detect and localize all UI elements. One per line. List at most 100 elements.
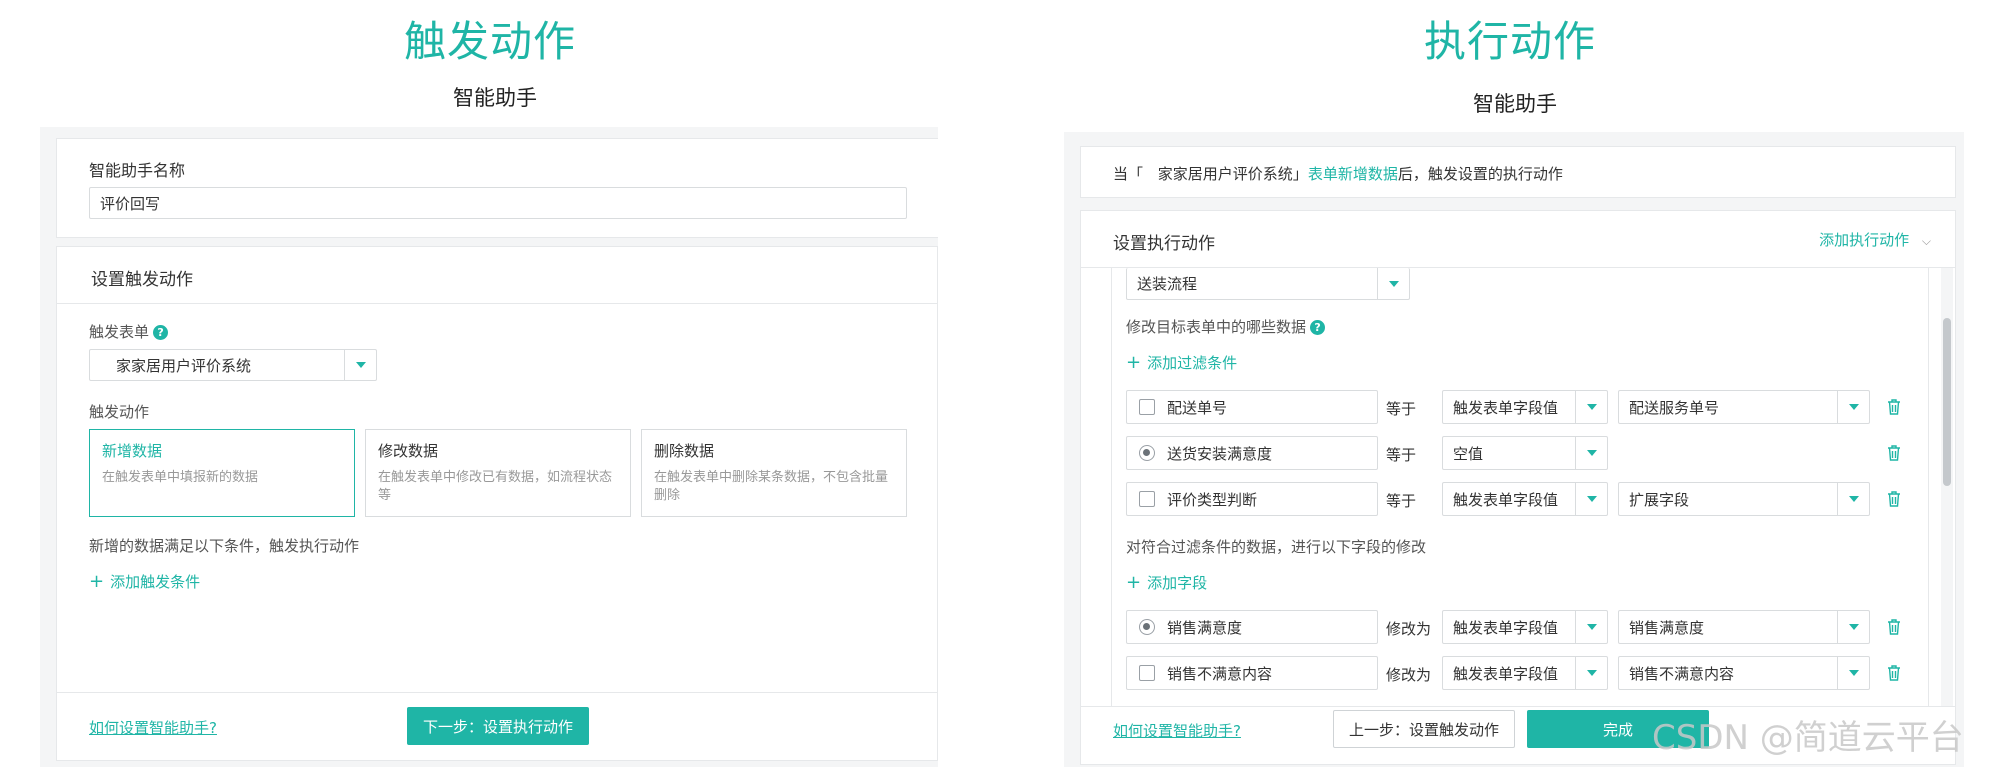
target-form-select[interactable]: 送装流程 <box>1126 268 1410 300</box>
help-link[interactable]: 如何设置智能助手? <box>89 717 217 738</box>
help-link[interactable]: 如何设置智能助手? <box>1113 720 1241 741</box>
info-prefix: 当「 <box>1113 165 1144 183</box>
modify-field[interactable]: 销售不满意内容 <box>1126 656 1378 690</box>
scrollbar-track[interactable] <box>1941 268 1953 706</box>
plus-icon: + <box>1126 572 1142 593</box>
modify-mode-select[interactable]: 触发表单字段值 <box>1442 610 1608 644</box>
filter-value-select[interactable]: 扩展字段 <box>1618 482 1870 516</box>
trigger-form-select[interactable]: 家家居用户评价系统 <box>89 349 377 381</box>
chevron-down-icon[interactable] <box>1575 437 1607 469</box>
next-button[interactable]: 下一步：设置执行动作 <box>407 707 589 745</box>
filter-value-select[interactable]: 配送服务单号 <box>1618 390 1870 424</box>
add-condition-label: 添加触发条件 <box>110 573 201 591</box>
plus-icon: + <box>1126 352 1142 373</box>
action-scroll-area[interactable]: 送装流程 修改目标表单中的哪些数据? + 添加过滤条件 配送单号 等于 触发表单字… <box>1111 268 1929 706</box>
add-filter-label: 添加过滤条件 <box>1147 354 1238 372</box>
help-icon[interactable]: ? <box>153 325 169 340</box>
right-sub-title: 智能助手 <box>1473 92 1557 116</box>
name-card: 智能助手名称 评价回写 <box>56 138 938 238</box>
info-suffix: 后，触发设置的执行动作 <box>1397 165 1563 183</box>
add-action-label: 添加执行动作 <box>1819 231 1910 249</box>
radio-field-icon <box>1139 445 1155 461</box>
filter-label-text: 修改目标表单中的哪些数据 <box>1126 318 1307 336</box>
chevron-down-icon[interactable] <box>1837 483 1869 515</box>
modify-value-select[interactable]: 销售不满意内容 <box>1618 656 1870 690</box>
chevron-down-icon[interactable] <box>1377 268 1409 299</box>
trigger-form-value: 家家居用户评价系统 <box>116 356 252 375</box>
option-modify-data[interactable]: 修改数据 在触发表单中修改已有数据，如流程状态等 <box>365 429 631 517</box>
filter-operator: 等于 <box>1386 492 1417 510</box>
option-add-data[interactable]: 新增数据 在触发表单中填报新的数据 <box>89 429 355 517</box>
filter-mode: 空值 <box>1453 444 1484 463</box>
scrollbar-thumb[interactable] <box>1943 318 1951 486</box>
add-action-button[interactable]: 添加执行动作 ⌵ <box>1819 229 1931 250</box>
option-delete-data[interactable]: 删除数据 在触发表单中删除某条数据，不包含批量删除 <box>641 429 907 517</box>
option-title: 修改数据 <box>378 442 439 460</box>
chevron-down-icon[interactable] <box>1575 611 1607 643</box>
modify-label: 对符合过滤条件的数据，进行以下字段的修改 <box>1126 538 1427 556</box>
plus-icon: + <box>89 571 105 592</box>
info-form: 家家居用户评价系统」 <box>1157 165 1308 183</box>
watermark: CSDN @简道云平台 <box>1652 718 1964 758</box>
filter-operator: 等于 <box>1386 446 1417 464</box>
chevron-down-icon[interactable] <box>1837 391 1869 423</box>
modify-operator: 修改为 <box>1386 666 1432 684</box>
add-filter-button[interactable]: + 添加过滤条件 <box>1126 352 1237 373</box>
chevron-down-icon[interactable] <box>344 350 376 380</box>
trash-icon[interactable] <box>1886 618 1902 636</box>
condition-text: 新增的数据满足以下条件，触发执行动作 <box>89 537 360 555</box>
chevron-down-icon[interactable] <box>1837 611 1869 643</box>
name-label: 智能助手名称 <box>89 161 186 180</box>
chevron-down-icon[interactable] <box>1575 657 1607 689</box>
filter-mode: 触发表单字段值 <box>1453 398 1559 417</box>
modify-field-name: 销售不满意内容 <box>1167 664 1273 683</box>
left-sub-title: 智能助手 <box>453 86 537 110</box>
left-big-title: 触发动作 <box>403 17 576 66</box>
chevron-down-icon[interactable] <box>1575 391 1607 423</box>
filter-field[interactable]: 配送单号 <box>1126 390 1378 424</box>
footer-divider <box>57 692 937 693</box>
prev-button[interactable]: 上一步：设置触发动作 <box>1333 710 1515 748</box>
trash-icon[interactable] <box>1886 398 1902 416</box>
filter-mode-select[interactable]: 触发表单字段值 <box>1442 482 1608 516</box>
assistant-name-input[interactable]: 评价回写 <box>89 187 907 219</box>
add-field-button[interactable]: + 添加字段 <box>1126 572 1207 593</box>
filter-value: 扩展字段 <box>1629 490 1690 509</box>
filter-field[interactable]: 送货安装满意度 <box>1126 436 1378 470</box>
option-desc: 在触发表单中填报新的数据 <box>102 470 259 485</box>
modify-value-select[interactable]: 销售满意度 <box>1618 610 1870 644</box>
filter-mode: 触发表单字段值 <box>1453 490 1559 509</box>
modify-field-name: 销售满意度 <box>1167 618 1243 637</box>
trash-icon[interactable] <box>1886 444 1902 462</box>
trash-icon[interactable] <box>1886 490 1902 508</box>
option-desc: 在触发表单中修改已有数据，如流程状态等 <box>378 470 613 503</box>
trigger-form-label: 触发表单? <box>89 321 169 342</box>
trigger-section-title: 设置触发动作 <box>91 270 193 290</box>
filter-mode-select[interactable]: 触发表单字段值 <box>1442 390 1608 424</box>
modify-mode-select[interactable]: 触发表单字段值 <box>1442 656 1608 690</box>
divider <box>57 303 937 304</box>
chevron-down-icon[interactable] <box>1837 657 1869 689</box>
modify-value: 销售满意度 <box>1629 618 1705 637</box>
filter-field[interactable]: 评价类型判断 <box>1126 482 1378 516</box>
chevron-down-icon[interactable] <box>1575 483 1607 515</box>
footer-divider <box>1081 706 1955 707</box>
help-icon[interactable]: ? <box>1310 320 1326 335</box>
modify-field[interactable]: 销售满意度 <box>1126 610 1378 644</box>
add-condition-button[interactable]: + 添加触发条件 <box>89 571 200 592</box>
info-event: 表单新增数据 <box>1307 165 1398 183</box>
filter-operator: 等于 <box>1386 400 1417 418</box>
trigger-card: 设置触发动作 触发表单? 家家居用户评价系统 触发动作 新增数据 在触发表单中填… <box>56 246 938 761</box>
trash-icon[interactable] <box>1886 664 1902 682</box>
action-section-title: 设置执行动作 <box>1113 234 1215 254</box>
target-form-value: 送装流程 <box>1137 275 1198 293</box>
right-big-title: 执行动作 <box>1423 17 1596 66</box>
modify-mode: 触发表单字段值 <box>1453 664 1559 683</box>
option-desc: 在触发表单中删除某条数据，不包含批量删除 <box>654 470 889 503</box>
trigger-form-label-text: 触发表单 <box>89 323 150 341</box>
chevron-down-icon: ⌵ <box>1921 234 1931 248</box>
filter-mode-select[interactable]: 空值 <box>1442 436 1608 470</box>
add-field-label: 添加字段 <box>1147 574 1208 592</box>
text-field-icon <box>1139 491 1155 507</box>
filter-field-name: 配送单号 <box>1167 398 1228 417</box>
